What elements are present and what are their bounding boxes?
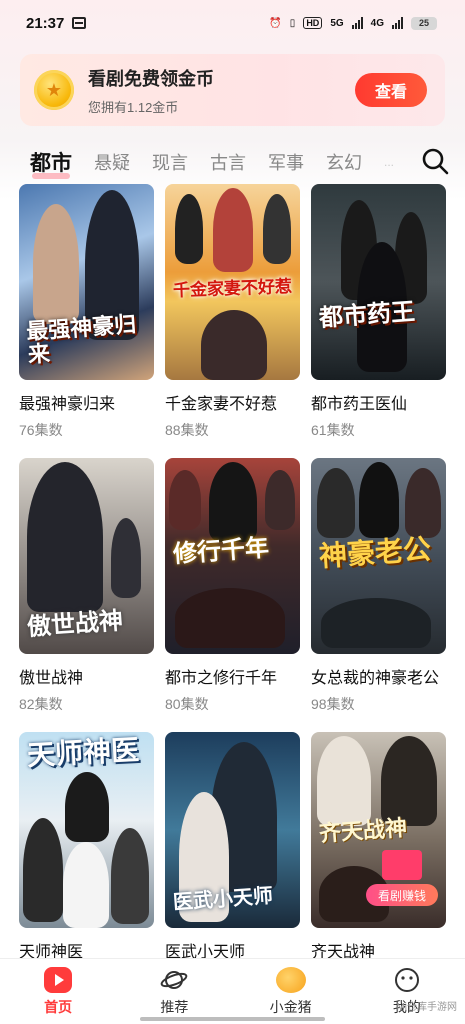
profile-icon	[394, 968, 419, 992]
nav-recommend-label: 推荐	[160, 999, 189, 1015]
poster-title-art: 最强神豪归来	[25, 311, 137, 367]
status-time: 21:37	[26, 14, 65, 32]
drama-poster[interactable]: 天师神医	[19, 732, 154, 928]
episode-count: 82集数	[19, 696, 63, 712]
poster-figure	[111, 828, 149, 924]
bottom-navigation: 首页 推荐 小金猪 我的	[0, 958, 465, 1024]
poster-figure	[209, 462, 257, 542]
drama-card[interactable]: 傲世战神 傲世战神 82集数	[19, 458, 154, 732]
planet-icon	[161, 971, 188, 989]
tab-ancient-romance[interactable]: 古言	[210, 149, 246, 175]
drama-card[interactable]: 最强神豪归来 最强神豪归来 76集数	[19, 184, 154, 458]
network-4g-label: 4G	[370, 17, 384, 29]
watermark: Mi仓库手游网	[396, 1002, 457, 1013]
poster-figure	[33, 204, 79, 324]
drama-title[interactable]: 傲世战神	[19, 664, 154, 688]
gift-icon	[382, 850, 422, 880]
poster-figure	[405, 468, 441, 538]
drama-title[interactable]: 最强神豪归来	[19, 390, 154, 414]
view-coins-button[interactable]: 查看	[355, 73, 427, 107]
poster-figure	[175, 194, 203, 264]
tab-urban[interactable]: 都市	[30, 147, 72, 179]
hd-badge: HD	[303, 17, 323, 29]
poster-title-art: 神豪老公	[318, 533, 432, 573]
poster-figure	[381, 736, 437, 826]
poster-figure	[63, 842, 109, 928]
poster-title-art: 千金家妻不好惹	[172, 276, 293, 301]
status-bar: 21:37 ⏰ ▯ HD 5G 4G 25	[0, 0, 465, 46]
drama-poster[interactable]: 神豪老公	[311, 458, 446, 654]
home-indicator[interactable]	[140, 1017, 325, 1021]
coin-balance: 您拥有1.12金币	[88, 99, 179, 115]
drama-title[interactable]: 女总裁的神豪老公	[311, 664, 446, 688]
poster-figure	[23, 818, 63, 922]
poster-figure	[27, 462, 103, 612]
poster-figure	[359, 462, 399, 538]
coin-banner-text: 看剧免费领金币 您拥有1.12金币	[88, 65, 355, 116]
drama-poster[interactable]: 医武小天师	[165, 732, 300, 928]
episode-count: 76集数	[19, 422, 63, 438]
poster-figure	[321, 598, 431, 648]
poster-figure	[213, 188, 253, 272]
drama-card[interactable]: 修行千年 都市之修行千年 80集数	[165, 458, 300, 732]
tab-more[interactable]: ...	[384, 155, 394, 169]
poster-figure	[111, 518, 141, 598]
status-left: 21:37	[26, 14, 87, 32]
tab-suspense[interactable]: 悬疑	[94, 149, 130, 175]
poster-figure	[175, 588, 285, 648]
coin-icon: ★	[34, 70, 74, 110]
drama-title[interactable]: 千金家妻不好惹	[165, 390, 300, 414]
drama-poster[interactable]: 最强神豪归来	[19, 184, 154, 380]
drama-poster[interactable]: 千金家妻不好惹	[165, 184, 300, 380]
vibrate-icon: ▯	[289, 17, 296, 29]
pig-icon	[275, 967, 306, 993]
episode-count: 80集数	[165, 696, 209, 712]
nav-gold-pig-label: 小金猪	[269, 999, 312, 1015]
notification-app-icon	[72, 17, 87, 29]
drama-poster[interactable]: 齐天战神 看剧赚钱	[311, 732, 446, 928]
category-tabs: 都市 悬疑 现言 古言 军事 玄幻 ...	[30, 144, 450, 180]
network-5g-label: 5G	[330, 17, 344, 29]
drama-card[interactable]: 都市药王 都市药王医仙 61集数	[311, 184, 446, 458]
coin-reward-banner[interactable]: ★ 看剧免费领金币 您拥有1.12金币 查看	[20, 54, 445, 126]
nav-home[interactable]: 首页	[8, 967, 108, 1017]
drama-title[interactable]: 都市药王医仙	[311, 390, 446, 414]
poster-figure	[263, 194, 291, 264]
episode-count: 98集数	[311, 696, 355, 712]
drama-title[interactable]: 都市之修行千年	[165, 664, 300, 688]
alarm-icon: ⏰	[269, 17, 282, 29]
poster-figure	[317, 736, 371, 826]
coin-banner-title: 看剧免费领金币	[88, 68, 214, 89]
tab-modern-romance[interactable]: 现言	[152, 149, 188, 175]
episode-count: 88集数	[165, 422, 209, 438]
drama-poster[interactable]: 修行千年	[165, 458, 300, 654]
poster-figure	[65, 772, 109, 842]
tab-fantasy[interactable]: 玄幻	[326, 149, 362, 175]
poster-title-art: 天师神医	[26, 734, 140, 772]
poster-title-art: 都市药王	[318, 298, 416, 333]
nav-recommend[interactable]: 推荐	[124, 967, 224, 1017]
poster-figure	[169, 470, 201, 530]
signal-5g-icon	[351, 17, 363, 29]
drama-card[interactable]: 神豪老公 女总裁的神豪老公 98集数	[311, 458, 446, 732]
status-right: ⏰ ▯ HD 5G 4G 25	[269, 16, 437, 30]
signal-4g-icon	[392, 17, 403, 29]
earn-money-badge[interactable]: 看剧赚钱	[366, 884, 438, 906]
battery-icon: 25	[411, 16, 437, 30]
search-icon[interactable]	[420, 146, 450, 176]
drama-poster[interactable]: 都市药王	[311, 184, 446, 380]
drama-poster[interactable]: 傲世战神	[19, 458, 154, 654]
tab-military[interactable]: 军事	[268, 149, 304, 175]
poster-figure	[201, 310, 267, 380]
home-icon	[44, 967, 73, 993]
nav-gold-pig[interactable]: 小金猪	[241, 967, 341, 1017]
poster-figure	[265, 470, 295, 530]
drama-card[interactable]: 千金家妻不好惹 千金家妻不好惹 88集数	[165, 184, 300, 458]
episode-count: 61集数	[311, 422, 355, 438]
poster-title-art: 修行千年	[172, 534, 270, 569]
nav-home-label: 首页	[44, 999, 73, 1015]
poster-figure	[317, 468, 355, 538]
drama-grid: 最强神豪归来 最强神豪归来 76集数 千金家妻不好惹 千金家妻不好惹 88集数 …	[19, 184, 447, 1006]
